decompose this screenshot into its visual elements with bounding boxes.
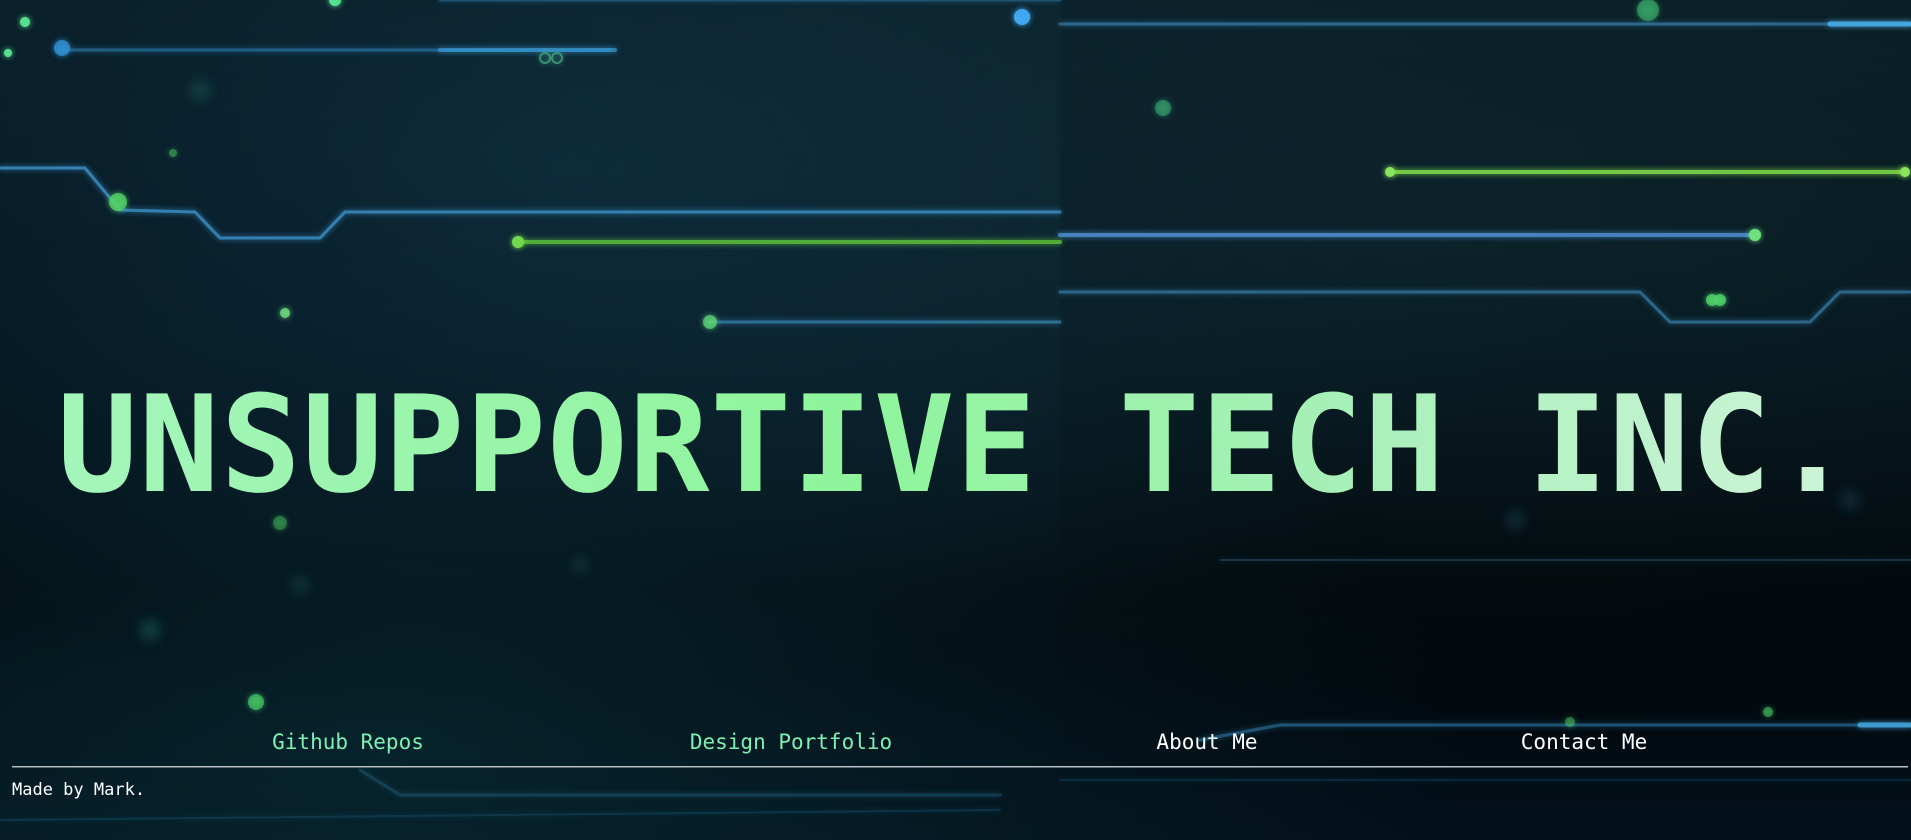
nav-link-about-me[interactable]: About Me bbox=[1156, 726, 1257, 758]
nav-link-contact-me[interactable]: Contact Me bbox=[1521, 726, 1647, 758]
footer-divider bbox=[12, 766, 1908, 768]
page: UNSUPPORTIVE TECH INC. Github Repos Desi… bbox=[0, 0, 1911, 840]
footer-credit: Made by Mark. bbox=[12, 780, 146, 800]
main-nav: Github Repos Design Portfolio About Me C… bbox=[0, 726, 1911, 758]
hero-title: UNSUPPORTIVE TECH INC. bbox=[0, 378, 1911, 512]
nav-link-design-portfolio[interactable]: Design Portfolio bbox=[690, 726, 892, 758]
nav-link-github-repos[interactable]: Github Repos bbox=[272, 726, 424, 758]
